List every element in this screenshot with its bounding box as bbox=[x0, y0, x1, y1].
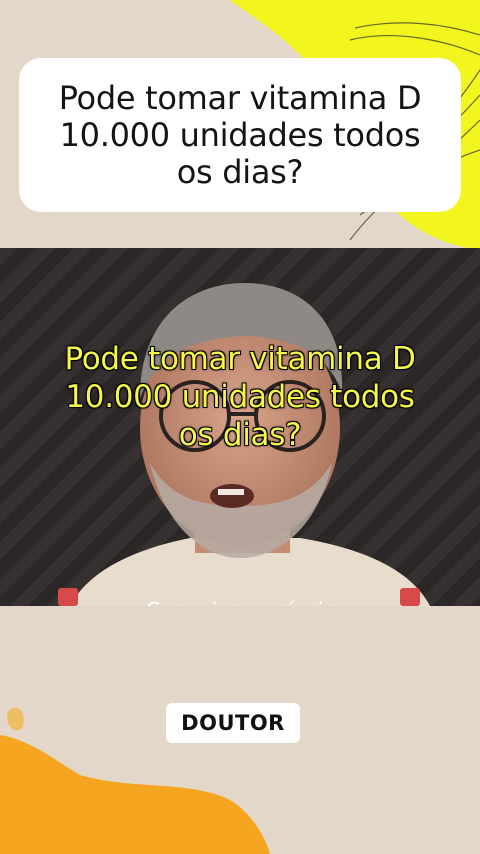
orange-blob bbox=[0, 735, 270, 854]
orange-petal bbox=[7, 707, 24, 731]
question-card: Pode tomar vitamina D 10.000 unidades to… bbox=[19, 58, 461, 212]
question-heading: Pode tomar vitamina D 10.000 unidades to… bbox=[58, 78, 422, 191]
question-line-2: 10.000 unidades todos bbox=[59, 115, 421, 154]
video-frame[interactable]: Pode tomar vitamina D 10.000 unidades to… bbox=[0, 248, 480, 606]
doctor-badge: DOUTOR bbox=[166, 703, 300, 743]
question-line-3: os dias? bbox=[176, 152, 304, 191]
video-caption: Pode tomar vitamina D 10.000 unidades to… bbox=[0, 340, 480, 454]
video-subtitle-partial: Casos irreversíveis bbox=[58, 590, 422, 606]
warning-emoji-icon-right bbox=[400, 588, 420, 606]
question-line-1: Pode tomar vitamina D bbox=[58, 78, 422, 117]
person-mouth bbox=[210, 484, 254, 508]
caption-line-3: os dias? bbox=[178, 417, 302, 453]
doctor-label: DOUTOR bbox=[181, 711, 285, 735]
caption-line-1: Pode tomar vitamina D bbox=[64, 341, 416, 377]
caption-line-2: 10.000 unidades todos bbox=[65, 379, 415, 415]
